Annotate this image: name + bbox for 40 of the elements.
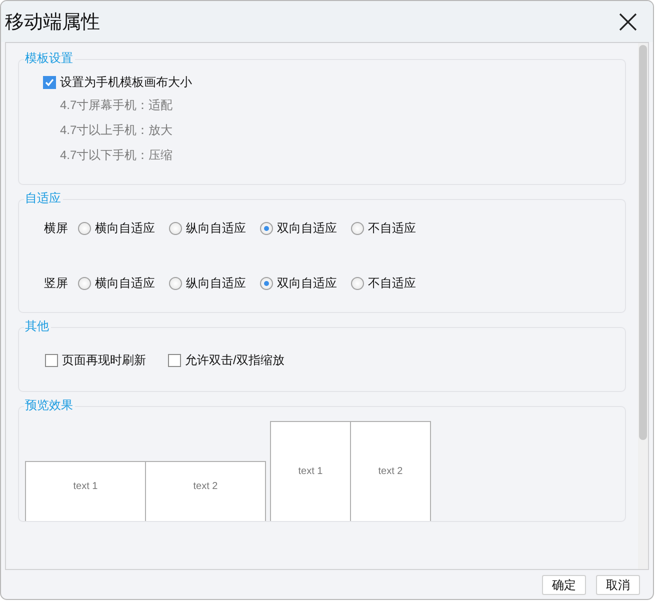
note-text: 4.7寸屏幕手机：适配 xyxy=(59,97,173,114)
checkbox[interactable] xyxy=(45,354,58,367)
radio-label: 双向自适应 xyxy=(277,220,337,237)
radio-button[interactable] xyxy=(351,277,364,290)
section-title: 自适应 xyxy=(24,190,63,206)
dialog-button[interactable]: 确定 xyxy=(542,575,586,595)
radio-button[interactable] xyxy=(169,277,182,290)
radio-button[interactable] xyxy=(351,222,364,235)
radio-button[interactable] xyxy=(78,222,91,235)
close-icon[interactable] xyxy=(619,12,637,30)
radio-button[interactable] xyxy=(260,277,273,290)
cell-text: text 1 xyxy=(73,480,98,492)
radio-button[interactable] xyxy=(169,222,182,235)
dialog-button[interactable]: 取消 xyxy=(596,575,640,595)
checkbox-label: 设置为手机模板画布大小 xyxy=(60,74,192,91)
checkbox[interactable] xyxy=(168,354,181,367)
note-text: 4.7寸以上手机：放大 xyxy=(59,122,173,139)
note-text: 4.7寸以下手机：压缩 xyxy=(59,147,173,164)
window-title: 移动端属性 xyxy=(5,10,100,34)
section-title: 预览效果 xyxy=(24,397,75,413)
cell-text: text 1 xyxy=(298,466,323,476)
checkbox[interactable] xyxy=(43,76,56,89)
orientation-label: 竖屏 xyxy=(44,275,69,292)
radio-label: 不自适应 xyxy=(368,275,416,292)
checkbox-label: 页面再现时刷新 xyxy=(62,352,146,369)
section-title: 模板设置 xyxy=(24,50,75,66)
radio-label: 不自适应 xyxy=(368,220,416,237)
radio-button[interactable] xyxy=(78,277,91,290)
cell-text: text 2 xyxy=(378,466,403,476)
radio-label: 双向自适应 xyxy=(277,275,337,292)
orientation-label: 横屏 xyxy=(44,220,69,237)
section-title: 其他 xyxy=(24,318,51,334)
cell-text: text 2 xyxy=(193,480,218,492)
radio-label: 纵向自适应 xyxy=(186,220,246,237)
radio-label: 纵向自适应 xyxy=(186,275,246,292)
radio-label: 横向自适应 xyxy=(95,220,155,237)
checkbox-label: 允许双击/双指缩放 xyxy=(185,352,284,369)
radio-button[interactable] xyxy=(260,222,273,235)
radio-label: 横向自适应 xyxy=(95,275,155,292)
scrollbar-thumb[interactable] xyxy=(639,45,647,440)
